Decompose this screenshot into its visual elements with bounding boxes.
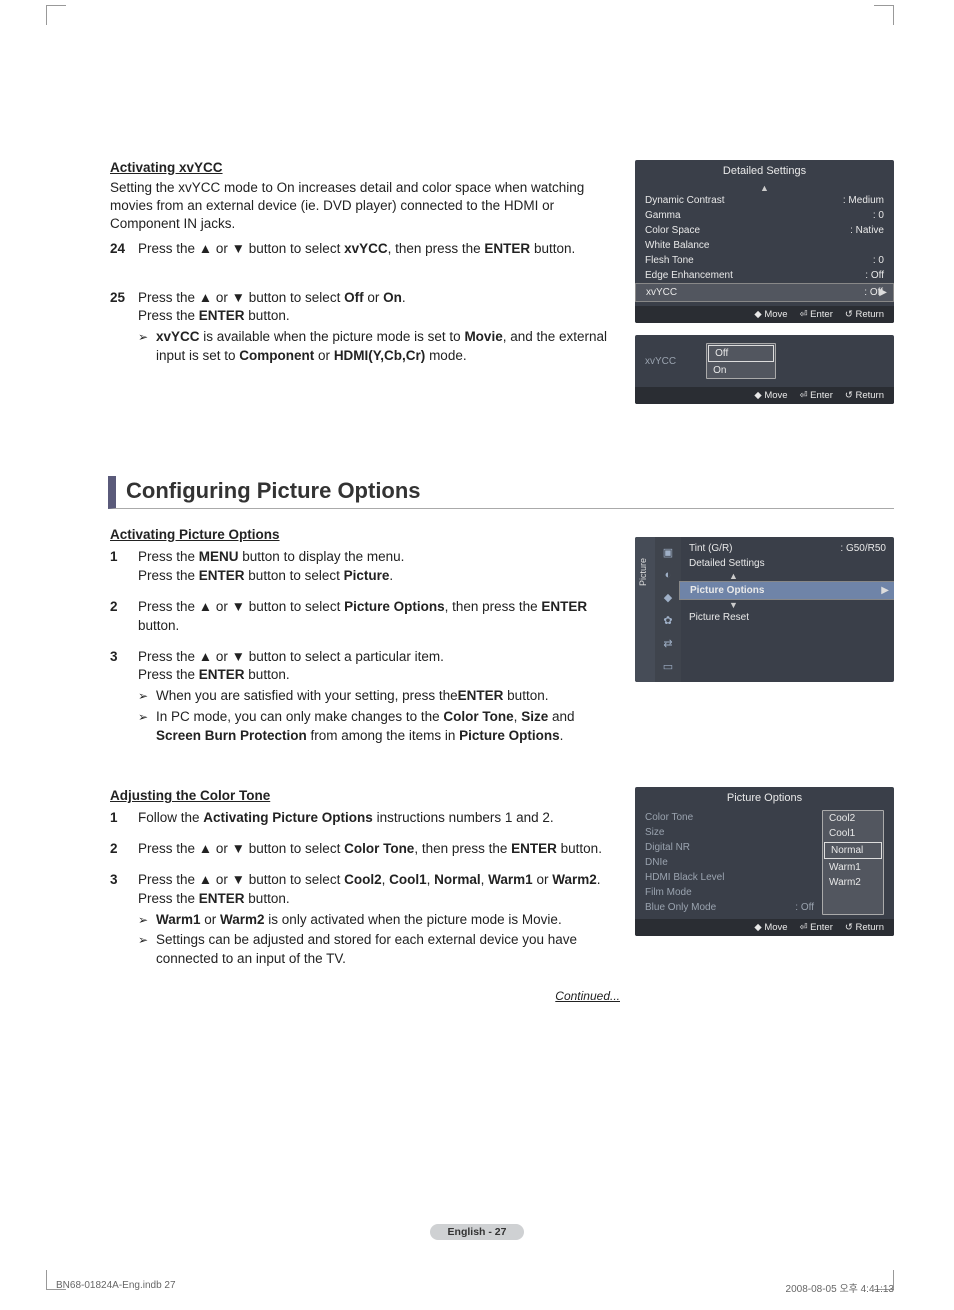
osd-option: Cool1 [823,826,883,841]
note-arrow-icon: ➢ [138,931,156,969]
osd-option-off: Off [708,345,774,362]
icon-setup: ✿ [655,609,681,632]
step-number: 1 [110,809,138,828]
note-arrow-icon: ➢ [138,911,156,930]
osd-option: Cool2 [823,811,883,826]
step-body: Press the MENU button to display the men… [138,548,620,586]
step-number: 3 [110,648,138,746]
osd-dropdown: Cool2 Cool1 Normal Warm1 Warm2 [822,810,884,915]
chevron-right-icon: ▶ [881,585,889,596]
step-body: Press the ▲ or ▼ button to select xvYCC,… [138,240,620,259]
print-timestamp: 2008-08-05 오후 4:41:13 [786,1280,894,1295]
subsection-activating-xvycc: Activating xvYCC [110,160,620,175]
osd-selected-row: Picture Options▶ [679,581,894,600]
crop-mark [874,5,894,25]
step-body: Follow the Activating Picture Options in… [138,809,620,828]
subsection-adjusting-color-tone: Adjusting the Color Tone [110,788,620,803]
osd-selected-row: xvYCC: Off▶ [635,283,894,302]
icon-channel: ◆ [655,586,681,609]
osd-picture-menu: Picture ▣ ◐ ◆ ✿ ⇄ ▭ Tint (G/R): G50/R50 … [635,537,894,682]
osd-footer: ◆ Move⏎ Enter↺ Return [635,387,894,404]
step-number: 2 [110,598,138,636]
continued-label: Continued... [110,989,620,1003]
section-title: Configuring Picture Options [108,476,894,509]
scroll-down-icon: ▼ [689,600,886,610]
osd-xvycc-select: xvYCC Off On ◆ Move⏎ Enter↺ Return [635,335,894,404]
step-body: Press the ▲ or ▼ button to select Cool2,… [138,871,620,969]
osd-footer: ◆ Move⏎ Enter↺ Return [635,919,894,936]
subsection-activating-picture-options: Activating Picture Options [110,527,620,542]
step-number: 3 [110,871,138,969]
crop-mark [46,5,66,25]
icon-picture: ▣ [655,541,681,564]
step-number: 1 [110,548,138,586]
osd-picture-options: Picture Options Color Tone Size Digital … [635,787,894,936]
step-body: Press the ▲ or ▼ button to select Off or… [138,289,620,367]
page-number-pill: English - 27 [430,1224,525,1240]
note-arrow-icon: ➢ [138,687,156,706]
osd-detailed-settings: Detailed Settings ▲ Dynamic Contrast: Me… [635,160,894,323]
note-arrow-icon: ➢ [138,328,156,366]
step-number: 24 [110,240,138,259]
osd-option: Warm2 [823,875,883,890]
step-number: 25 [110,289,138,367]
paragraph: Setting the xvYCC mode to On increases d… [110,179,620,234]
chevron-right-icon: ▶ [879,287,887,298]
print-filename: BN68-01824A-Eng.indb 27 [56,1280,176,1295]
scroll-up-icon: ▲ [645,183,884,193]
osd-option-selected: Normal [824,842,882,859]
osd-option-on: On [707,363,775,378]
scroll-up-icon: ▲ [689,571,886,581]
note-arrow-icon: ➢ [138,708,156,746]
osd-dropdown: Off On [706,343,776,379]
step-body: Press the ▲ or ▼ button to select Color … [138,840,620,859]
osd-title: Picture Options [635,787,894,808]
osd-title: Detailed Settings [635,160,894,181]
osd-footer: ◆ Move⏎ Enter↺ Return [635,306,894,323]
step-body: Press the ▲ or ▼ button to select a part… [138,648,620,746]
osd-option: Warm1 [823,860,883,875]
step-number: 2 [110,840,138,859]
icon-input: ⇄ [655,632,681,655]
step-body: Press the ▲ or ▼ button to select Pictur… [138,598,620,636]
icon-application: ▭ [655,655,681,678]
icon-sound: ◐ [655,564,681,586]
